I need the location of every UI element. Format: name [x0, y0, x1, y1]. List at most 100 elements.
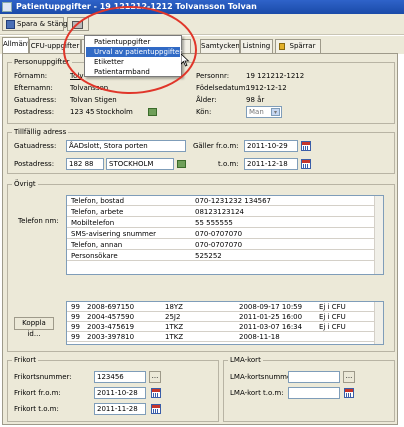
frikort-title: Frikort: [12, 356, 39, 364]
efternamn-label: Efternamn:: [14, 84, 53, 92]
calendar-icon[interactable]: [301, 159, 311, 169]
tillfallig-postnr-input[interactable]: 182 88: [66, 158, 104, 170]
koppla-id-button[interactable]: Koppla id...: [14, 317, 54, 338]
id-cell-c1: 99: [71, 303, 80, 311]
frikort-group: Frikort Frikortsnummer: 123456 ... Friko…: [7, 356, 219, 422]
phone-number: 070-0707070: [195, 241, 243, 249]
calendar-icon[interactable]: [151, 388, 161, 398]
lma-tom-label: LMA-kort t.o.m:: [230, 389, 284, 397]
galler-from-input[interactable]: 2011-10-29: [244, 140, 298, 152]
frikort-nummer-input[interactable]: 123456: [94, 371, 146, 383]
phone-row[interactable]: Telefon, bostad 070-1231232 134567: [67, 196, 383, 206]
phone-type: Telefon, bostad: [71, 197, 125, 205]
phone-number: 070-0707070: [195, 230, 243, 238]
phone-row[interactable]: Personsökare 525252: [67, 251, 383, 261]
save-close-label: Spara & Stäng: [17, 20, 68, 28]
id-cell-c4: 2011-03-07 16:34: [239, 323, 303, 331]
lma-nummer-input[interactable]: [288, 371, 340, 383]
tab-sparrar-label: Spärrar: [289, 42, 316, 50]
kon-label: Kön:: [196, 108, 212, 116]
calendar-icon[interactable]: [151, 404, 161, 414]
id-cell-c2: 2004-457590: [87, 313, 135, 321]
kon-select[interactable]: Man ▾: [246, 106, 282, 118]
fodelsedatum-label: Födelsedatum:: [196, 84, 248, 92]
personuppgifter-group: Personuppgifter Förnamn: Tolv Efternamn:…: [7, 58, 395, 124]
phone-type: Personsökare: [71, 252, 118, 260]
gatuadress-value: Tolvan Stigen: [70, 96, 117, 104]
phone-type: Telefon, annan: [71, 241, 123, 249]
id-row[interactable]: 99 2008-697150 18YZ 2008-09-17 10:59 Ej i CF…: [67, 302, 383, 312]
id-cell-c1: 99: [71, 323, 80, 331]
telefon-label: Telefon nm:: [18, 217, 59, 225]
tab-sparrar[interactable]: Spärrar: [275, 39, 321, 53]
tillfallig-gatuadress-input[interactable]: ÅADslott, Stora porten: [66, 140, 186, 152]
tillfallig-title: Tillfällig adress: [12, 128, 69, 136]
id-cell-c5: Ej i CFU: [319, 313, 346, 321]
personnr-value: 19 121212-1212: [246, 72, 305, 80]
frikort-from-label: Frikort fr.o.m:: [14, 389, 61, 397]
lma-nummer-label: LMA-kortsnummer:: [230, 373, 297, 381]
id-cell-c1: 99: [71, 333, 80, 341]
id-scrollbar[interactable]: [374, 302, 383, 344]
lma-group: LMA-kort LMA-kortsnummer: ... LMA-kort t…: [223, 356, 395, 422]
tillfallig-postadress-label: Postadress:: [14, 160, 55, 168]
calendar-icon[interactable]: [301, 141, 311, 151]
phone-row[interactable]: SMS-avisering snummer 070-0707070: [67, 229, 383, 239]
id-cell-c4: 2008-11-18: [239, 333, 280, 341]
frikort-from-input[interactable]: 2011-10-28: [94, 387, 146, 399]
phone-scrollbar[interactable]: [374, 196, 383, 274]
phone-number: 08123123124: [195, 208, 244, 216]
tab-listning[interactable]: Listning: [240, 39, 273, 53]
alder-label: Ålder:: [196, 96, 217, 104]
id-row[interactable]: 99 2003-397810 1TKZ 2008-11-18: [67, 332, 383, 342]
id-cell-c3: 18YZ: [165, 303, 183, 311]
id-row[interactable]: 99 2003-475619 1TKZ 2011-03-07 16:34 Ej i CF…: [67, 322, 383, 332]
postadress-label: Postadress:: [14, 108, 55, 116]
id-cell-c1: 99: [71, 313, 80, 321]
calendar-icon[interactable]: [344, 388, 354, 398]
save-icon: [6, 20, 15, 29]
phone-row[interactable]: Mobiltelefon 55 555555: [67, 218, 383, 228]
tom-input[interactable]: 2011-12-18: [244, 158, 298, 170]
phone-number: 525252: [195, 252, 222, 260]
frikort-tom-input[interactable]: 2011-11-28: [94, 403, 146, 415]
chevron-down-icon: ▾: [271, 108, 280, 116]
phone-row[interactable]: Telefon, annan 070-0707070: [67, 240, 383, 250]
tab-samtycken[interactable]: Samtycken: [200, 39, 240, 53]
id-cell-c3: 25J2: [165, 313, 181, 321]
personuppgifter-title: Personuppgifter: [12, 58, 72, 66]
id-cell-c2: 2003-397810: [87, 333, 135, 341]
save-close-button[interactable]: Spara & Stäng: [2, 17, 68, 31]
galler-label: Gäller fr.o.m:: [193, 142, 239, 150]
phone-row[interactable]: Telefon, arbete 08123123124: [67, 207, 383, 217]
id-cell-c4: 2008-09-17 10:59: [239, 303, 303, 311]
lock-icon: [279, 43, 285, 50]
id-cell-c3: 1TKZ: [165, 333, 184, 341]
id-cell-c2: 2008-697150: [87, 303, 135, 311]
id-cell-c3: 1TKZ: [165, 323, 184, 331]
annotation-ellipse: [63, 6, 197, 94]
postnr-value: 123 45: [70, 108, 95, 116]
ovrigt-title: Övrigt: [12, 180, 38, 188]
tab-strip: Allmänt CFU-uppgifter Samtycken Listning…: [0, 36, 404, 54]
phone-type: Telefon, arbete: [71, 208, 124, 216]
tillfallig-ort-input[interactable]: STOCKHOLM: [106, 158, 174, 170]
frikort-browse-button[interactable]: ...: [149, 371, 161, 383]
title-bar: Patientuppgifter - 19 121212-1212 Tolvan…: [0, 0, 404, 14]
phone-type: Mobiltelefon: [71, 219, 115, 227]
frikort-nummer-label: Frikortsnummer:: [14, 373, 72, 381]
map-icon[interactable]: [148, 108, 157, 116]
tillfallig-gatuadress-label: Gatuadress:: [14, 142, 57, 150]
id-cell-c5: Ej i CFU: [319, 323, 346, 331]
frikort-tom-label: Frikort t.o.m:: [14, 405, 59, 413]
lma-tom-input[interactable]: [288, 387, 340, 399]
phone-number: 070-1231232 134567: [195, 197, 272, 205]
tab-allmant[interactable]: Allmänt: [2, 37, 29, 54]
lma-browse-button[interactable]: ...: [343, 371, 355, 383]
phone-type: SMS-avisering snummer: [71, 230, 157, 238]
id-row[interactable]: 99 2004-457590 25J2 2011-01-25 16:00 Ej i CF…: [67, 312, 383, 322]
map-icon[interactable]: [177, 160, 186, 168]
tillfallig-adress-group: Tillfällig adress Gatuadress: ÅADslott, …: [7, 128, 395, 174]
toolbar: Spara & Stäng: [0, 14, 404, 35]
app-icon: [2, 2, 12, 12]
